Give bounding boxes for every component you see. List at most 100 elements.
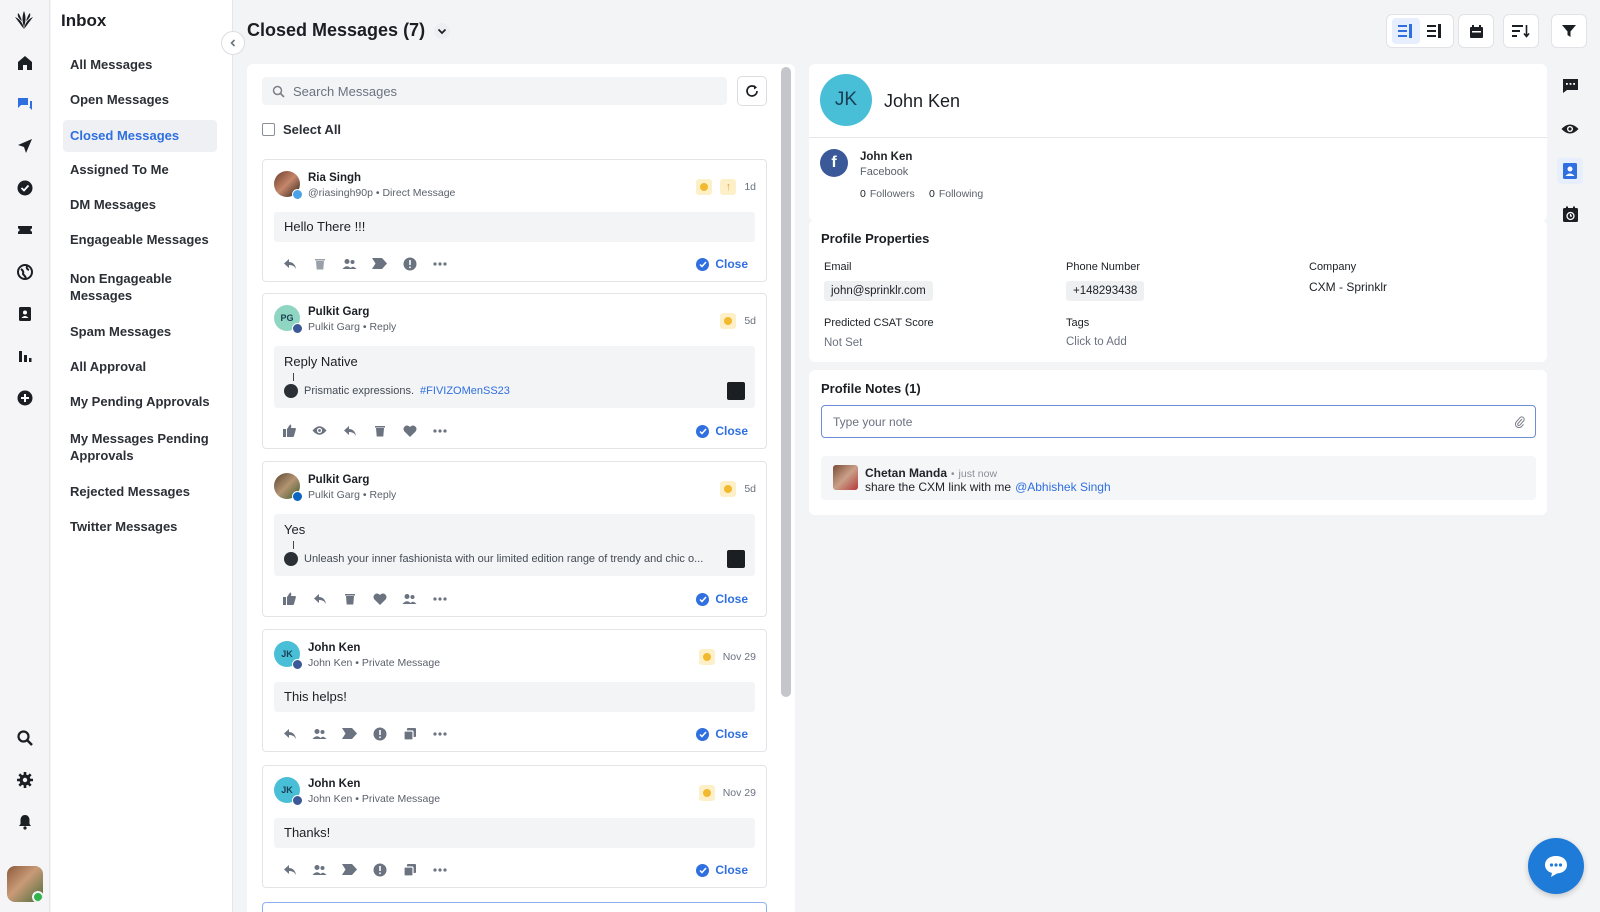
account-name[interactable]: John Ken: [860, 151, 912, 163]
split-view-icon[interactable]: [1391, 18, 1420, 44]
copy-message-icon[interactable]: [401, 725, 418, 742]
checkbox[interactable]: [262, 123, 275, 136]
reply-icon[interactable]: [281, 861, 298, 878]
message-card[interactable]: JK John Ken John Ken • Private Message N…: [262, 629, 767, 752]
list-scrollbar[interactable]: [781, 67, 791, 697]
note-input[interactable]: Type your note: [821, 405, 1536, 438]
message-card[interactable]: JK John Ken John Ken • Private Message N…: [262, 765, 767, 888]
select-all-checkbox[interactable]: Select All: [262, 122, 341, 137]
conversation-icon[interactable]: [1557, 73, 1583, 99]
nav-item-closed-messages[interactable]: Closed Messages: [63, 120, 217, 152]
more-options-icon[interactable]: [431, 590, 448, 607]
like-thumb-icon[interactable]: [281, 422, 298, 439]
refresh-button[interactable]: [737, 76, 767, 106]
collapse-nav-button[interactable]: [221, 31, 245, 55]
reply-icon[interactable]: [341, 422, 358, 439]
tasks-check-icon[interactable]: [13, 176, 37, 200]
delete-trash-icon[interactable]: [371, 422, 388, 439]
message-card[interactable]: Pulkit Garg Pulkit Garg • Reply 5d Yes U…: [262, 461, 767, 617]
close-message-button[interactable]: Close: [696, 863, 748, 877]
more-options-icon[interactable]: [431, 255, 448, 272]
list-view-icon[interactable]: [1421, 18, 1449, 44]
nav-item-non-engageable-messages[interactable]: Non Engageable Messages: [63, 269, 217, 305]
more-options-icon[interactable]: [431, 725, 448, 742]
spam-alert-icon[interactable]: [371, 861, 388, 878]
publish-send-icon[interactable]: [13, 134, 37, 158]
calendar-button[interactable]: [1458, 14, 1494, 48]
view-eye-icon[interactable]: [311, 422, 328, 439]
note-mention-link[interactable]: @Abhishek Singh: [1015, 480, 1111, 494]
assign-users-icon[interactable]: [311, 861, 328, 878]
spam-alert-icon[interactable]: [401, 255, 418, 272]
search-messages-input[interactable]: Search Messages: [262, 77, 727, 105]
note-author[interactable]: Chetan Manda: [865, 466, 947, 480]
close-message-button[interactable]: Close: [696, 257, 748, 271]
heart-icon[interactable]: [401, 422, 418, 439]
author-name[interactable]: John Ken: [308, 642, 360, 654]
heart-icon[interactable]: [371, 590, 388, 607]
nav-item-my-messages-pending-approvals[interactable]: My Messages Pending Approvals: [63, 429, 217, 465]
sprinklr-logo-icon[interactable]: [12, 9, 36, 31]
author-name[interactable]: John Ken: [308, 778, 360, 790]
user-avatar[interactable]: [7, 866, 43, 902]
sort-button[interactable]: [1503, 14, 1539, 48]
close-message-button[interactable]: Close: [696, 592, 748, 606]
profile-card-icon[interactable]: [1557, 158, 1583, 184]
nav-item-my-pending-approvals[interactable]: My Pending Approvals: [63, 393, 217, 411]
reply-icon[interactable]: [281, 725, 298, 742]
inbox-chat-icon[interactable]: [13, 92, 37, 116]
copy-message-icon[interactable]: [401, 861, 418, 878]
tag-label-icon[interactable]: [341, 861, 358, 878]
message-card[interactable]: PG Pulkit Garg Pulkit Garg • Reply 5d Re…: [262, 293, 767, 449]
reply-icon[interactable]: [281, 255, 298, 272]
author-name[interactable]: Ria Singh: [308, 172, 361, 184]
assign-users-icon[interactable]: [341, 255, 358, 272]
quoted-post[interactable]: Prismatic expressions. #FIVIZOMenSS23: [284, 382, 745, 400]
nav-item-open-messages[interactable]: Open Messages: [63, 91, 217, 109]
filter-button[interactable]: [1551, 14, 1587, 48]
home-icon[interactable]: [13, 51, 37, 75]
add-circle-icon[interactable]: [13, 386, 37, 410]
nav-item-spam-messages[interactable]: Spam Messages: [63, 323, 217, 341]
assign-users-icon[interactable]: [311, 725, 328, 742]
reports-bar-icon[interactable]: [13, 344, 37, 368]
spam-alert-icon[interactable]: [371, 725, 388, 742]
reply-icon[interactable]: [311, 590, 328, 607]
message-card[interactable]: Ria Singh @riasingh90p • Direct Message …: [262, 159, 767, 282]
nav-item-all-messages[interactable]: All Messages: [63, 56, 217, 74]
tag-label-icon[interactable]: [341, 725, 358, 742]
attachment-paperclip-icon[interactable]: [1515, 416, 1525, 428]
ticket-icon[interactable]: [13, 218, 37, 242]
nav-item-assigned-to-me[interactable]: Assigned To Me: [63, 161, 217, 179]
close-message-button[interactable]: Close: [696, 727, 748, 741]
page-title-dropdown[interactable]: Closed Messages (7): [247, 20, 451, 41]
activity-history-icon[interactable]: [1557, 201, 1583, 227]
nav-item-engageable-messages[interactable]: Engageable Messages: [63, 231, 217, 249]
author-name[interactable]: Pulkit Garg: [308, 306, 369, 318]
nav-item-twitter-messages[interactable]: Twitter Messages: [63, 518, 217, 536]
nav-item-rejected-messages[interactable]: Rejected Messages: [63, 483, 217, 501]
like-thumb-icon[interactable]: [281, 590, 298, 607]
notifications-bell-icon[interactable]: [13, 810, 37, 834]
more-options-icon[interactable]: [431, 422, 448, 439]
more-options-icon[interactable]: [431, 861, 448, 878]
phone-value[interactable]: +148293438: [1066, 281, 1145, 301]
chat-support-button[interactable]: [1528, 838, 1584, 894]
author-name[interactable]: Pulkit Garg: [308, 474, 369, 486]
assign-users-icon[interactable]: [401, 590, 418, 607]
email-value[interactable]: john@sprinklr.com: [824, 281, 933, 301]
message-card[interactable]: [262, 902, 767, 912]
contact-book-icon[interactable]: [13, 302, 37, 326]
delete-trash-icon[interactable]: [311, 255, 328, 272]
nav-item-all-approval[interactable]: All Approval: [63, 358, 217, 376]
delete-trash-icon[interactable]: [341, 590, 358, 607]
quoted-hashtag[interactable]: #FIVIZOMenSS23: [420, 385, 510, 397]
preview-eye-icon[interactable]: [1557, 116, 1583, 142]
close-message-button[interactable]: Close: [696, 424, 748, 438]
nav-item-dm-messages[interactable]: DM Messages: [63, 196, 217, 214]
quoted-post[interactable]: Unleash your inner fashionista with our …: [284, 550, 745, 568]
profile-name[interactable]: John Ken: [884, 91, 960, 112]
globe-icon[interactable]: [13, 260, 37, 284]
tags-add-link[interactable]: Click to Add: [1066, 336, 1127, 348]
tag-label-icon[interactable]: [371, 255, 388, 272]
